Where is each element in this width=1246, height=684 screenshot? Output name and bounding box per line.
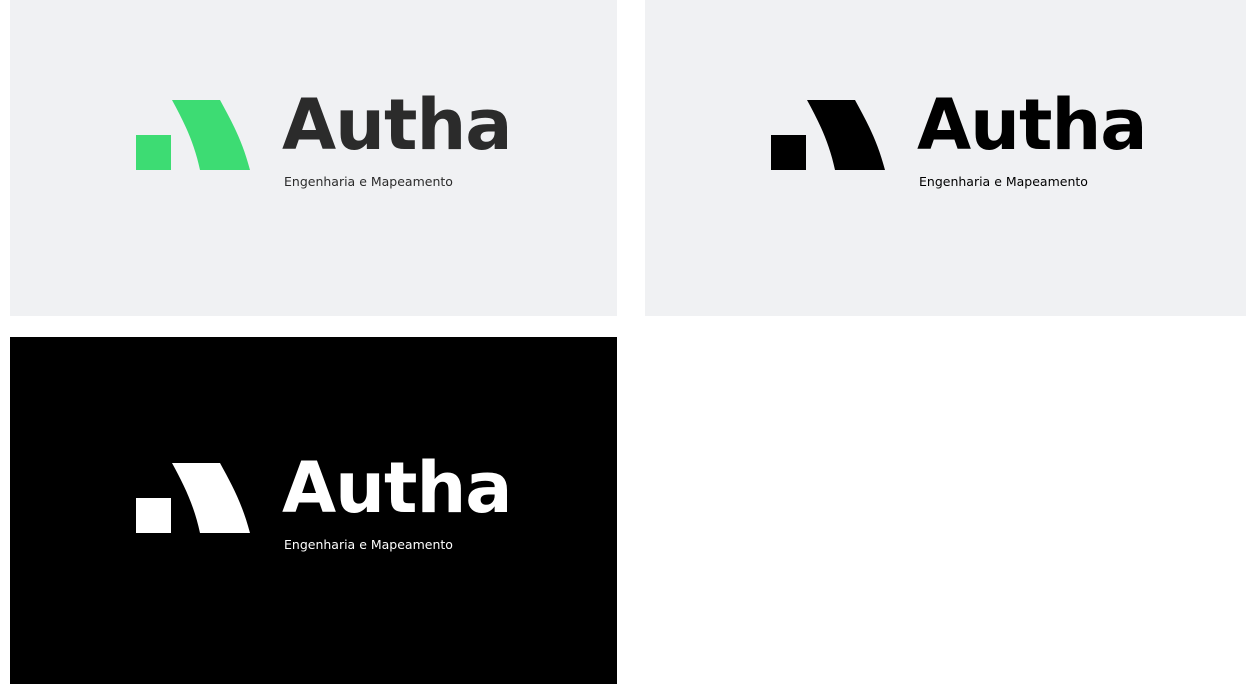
mark-slab — [172, 463, 250, 533]
autha-mark-icon — [136, 463, 250, 533]
mark-square — [136, 498, 171, 533]
logo-panel-color: Autha Engenharia e Mapeamento — [10, 0, 617, 316]
autha-logo: Autha Engenharia e Mapeamento — [771, 90, 1148, 200]
brand-name: Autha — [282, 447, 513, 529]
mark-square — [136, 135, 171, 170]
logo-panel-black: Autha Engenharia e Mapeamento — [645, 0, 1246, 316]
brand-tagline: Engenharia e Mapeamento — [284, 537, 453, 552]
autha-logo: Autha Engenharia e Mapeamento — [136, 90, 513, 200]
mark-slab — [172, 100, 250, 170]
logo-panel-white: Autha Engenharia e Mapeamento — [10, 337, 617, 684]
mark-slab — [807, 100, 885, 170]
brand-name: Autha — [917, 84, 1148, 166]
autha-mark-icon — [136, 100, 250, 170]
autha-mark-icon — [771, 100, 885, 170]
brand-tagline: Engenharia e Mapeamento — [284, 174, 453, 189]
mark-square — [771, 135, 806, 170]
brand-name: Autha — [282, 84, 513, 166]
brand-tagline: Engenharia e Mapeamento — [919, 174, 1088, 189]
autha-logo: Autha Engenharia e Mapeamento — [136, 453, 513, 563]
